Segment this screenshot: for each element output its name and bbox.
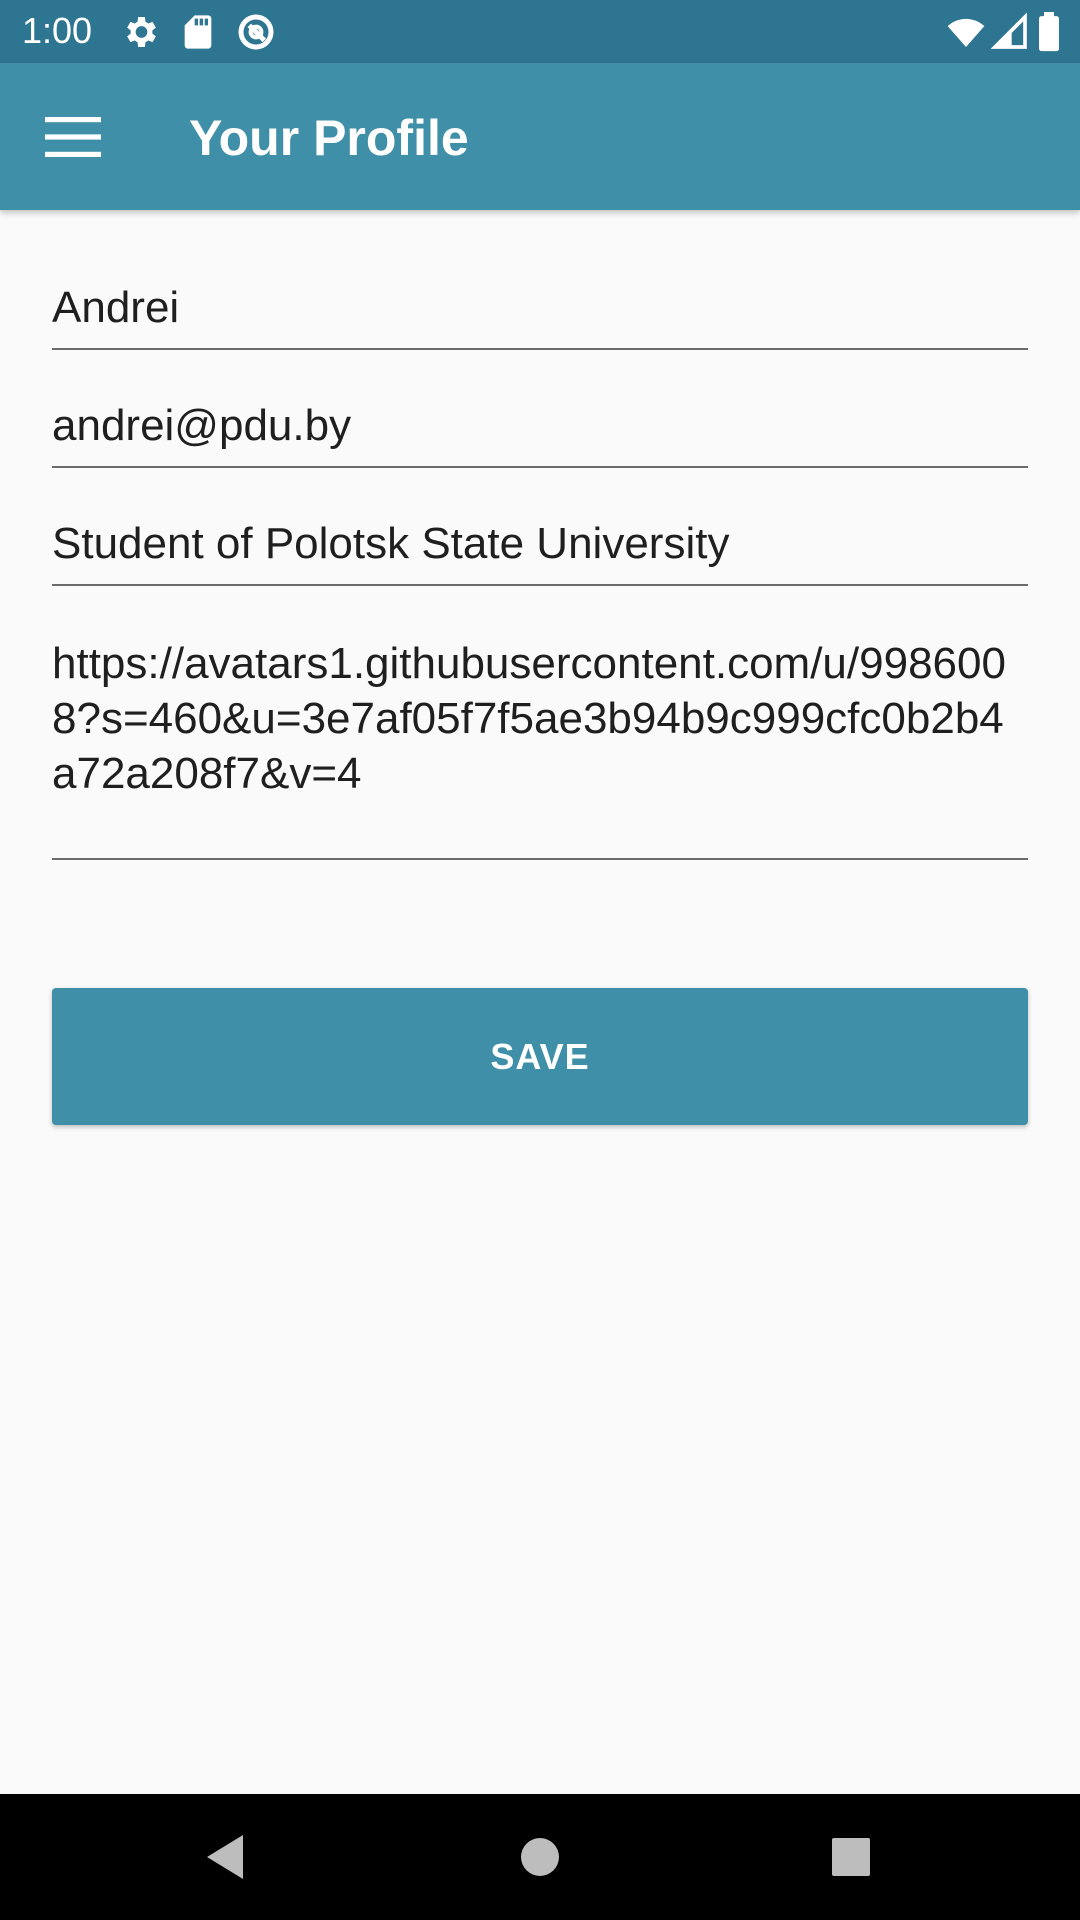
recents-icon [831, 1837, 871, 1877]
back-icon [203, 1833, 247, 1881]
avatar-url-field[interactable]: https://avatars1.githubusercontent.com/u… [52, 636, 1028, 860]
email-field[interactable]: andrei@pdu.by [52, 398, 1028, 468]
app-bar: Your Profile [0, 63, 1080, 210]
wifi-icon [944, 12, 988, 52]
hamburger-menu-icon [45, 117, 101, 157]
home-icon [520, 1837, 560, 1877]
about-field-value: Student of Polotsk State University [52, 519, 730, 568]
about-field[interactable]: Student of Polotsk State University [52, 516, 1028, 586]
email-field-value: andrei@pdu.by [52, 401, 352, 450]
home-button[interactable] [505, 1822, 575, 1892]
profile-screen: 1:00 Your Profile Andrei andrei@pdu.by S… [0, 0, 1080, 1920]
menu-button[interactable] [28, 101, 118, 173]
navigation-bar [0, 1794, 1080, 1920]
avatar-url-field-value: https://avatars1.githubusercontent.com/u… [52, 639, 1006, 798]
name-field[interactable]: Andrei [52, 280, 1028, 350]
sd-card-icon [178, 12, 218, 52]
page-title: Your Profile [189, 110, 469, 166]
sync-icon [236, 12, 276, 52]
recents-button[interactable] [816, 1822, 886, 1892]
status-time: 1:00 [22, 10, 93, 51]
settings-icon [120, 12, 160, 52]
battery-icon [1036, 12, 1062, 52]
back-button[interactable] [190, 1822, 260, 1892]
name-field-value: Andrei [52, 283, 180, 332]
status-bar: 1:00 [0, 0, 1080, 63]
save-button[interactable]: SAVE [52, 988, 1028, 1125]
signal-icon [990, 12, 1030, 52]
